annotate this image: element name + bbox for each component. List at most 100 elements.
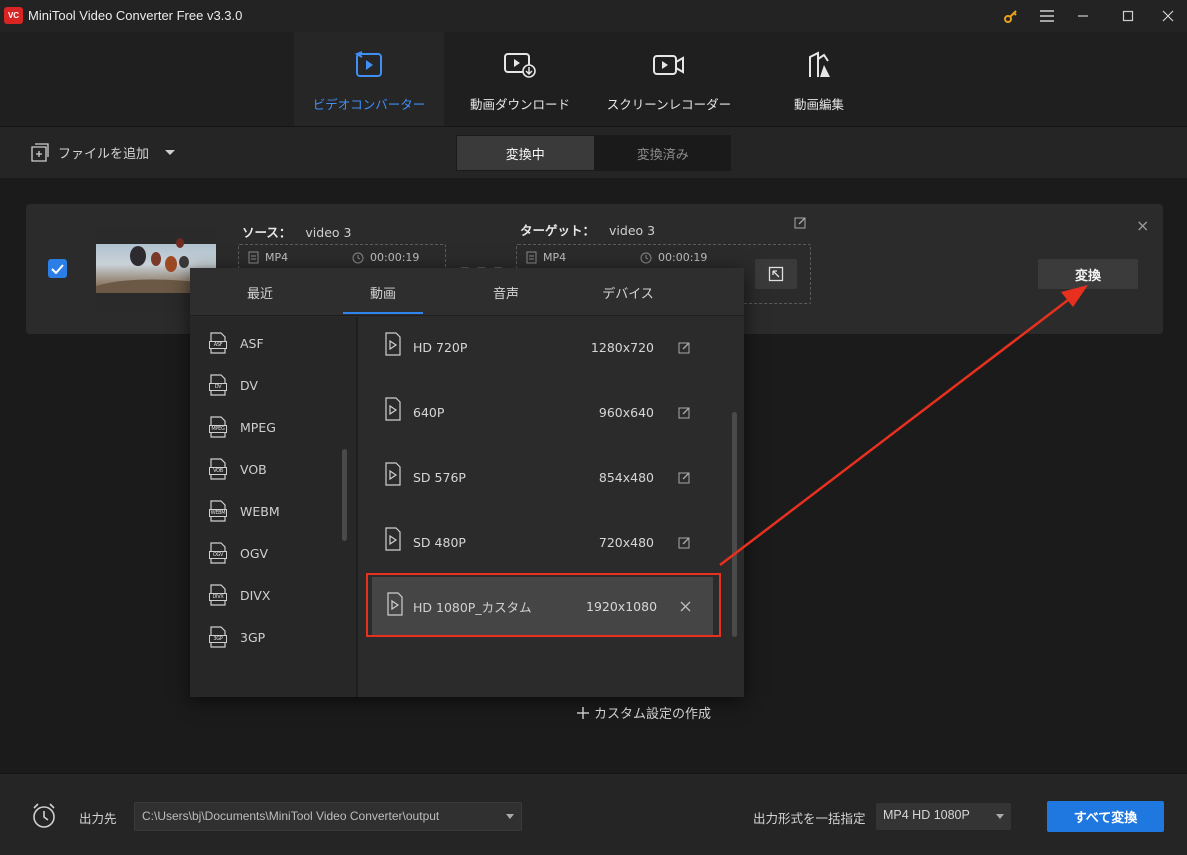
toolbar: ファイルを追加 変換中 変換済み xyxy=(0,126,1187,178)
format-item-mpeg[interactable]: MPEG MPEG xyxy=(208,415,276,439)
preset-list-scrollbar[interactable] xyxy=(732,412,737,637)
schedule-alarm-icon[interactable] xyxy=(31,802,57,830)
dv-file-icon: DV xyxy=(208,374,228,396)
preset-item[interactable]: SD 480P 720x480 xyxy=(358,512,728,572)
maximize-icon[interactable] xyxy=(1112,0,1144,32)
vob-file-icon: VOB xyxy=(208,458,228,480)
format-item-3gp[interactable]: 3GP 3GP xyxy=(208,625,265,649)
nav-screen-recorder[interactable]: スクリーンレコーダー xyxy=(594,32,744,126)
format-list: ASF ASF DV DV MPEG MPEG VOB VOB WEBM WEB… xyxy=(190,317,356,697)
select-format-button[interactable] xyxy=(755,259,797,289)
title-bar: VC MiniTool Video Converter Free v3.3.0 xyxy=(0,0,1187,32)
preset-name: SD 480P xyxy=(413,534,466,550)
screen-record-icon xyxy=(652,50,686,80)
preset-item[interactable]: SD 576P 854x480 xyxy=(358,447,728,507)
webm-file-icon: WEBM xyxy=(208,500,228,522)
preset-list: HD 720P 1280x720 640P 960x640 SD 576P 85… xyxy=(358,317,744,722)
tab-converted[interactable]: 変換済み xyxy=(595,135,732,171)
preset-resolution: 854x480 xyxy=(598,469,654,485)
preset-item[interactable]: HD 720P 1280x720 xyxy=(358,317,728,377)
format-tabs: 最近 動画 音声 デバイス xyxy=(190,268,744,316)
target-format: MP4 xyxy=(526,251,566,264)
format-item-webm[interactable]: WEBM WEBM xyxy=(208,499,280,523)
convert-all-button[interactable]: すべて変換 xyxy=(1047,801,1164,832)
target-duration: 00:00:19 xyxy=(640,251,707,264)
video-file-icon xyxy=(385,397,401,421)
target-info: ターゲット： video 3 xyxy=(520,220,655,239)
minimize-icon[interactable] xyxy=(1067,0,1099,32)
tab-converting[interactable]: 変換中 xyxy=(457,136,594,170)
plus-icon xyxy=(577,706,589,719)
edit-icon[interactable] xyxy=(678,536,691,549)
video-file-icon xyxy=(385,332,401,356)
add-file-icon xyxy=(31,143,49,162)
edit-icon[interactable] xyxy=(678,471,691,484)
source-info: ソース： video 3 xyxy=(242,222,351,241)
tab-video[interactable]: 動画 xyxy=(343,268,423,316)
edit-icon[interactable] xyxy=(678,406,691,419)
menu-icon[interactable] xyxy=(1031,0,1063,32)
batch-format-select[interactable]: MP4 HD 1080P xyxy=(876,803,1011,830)
main-nav: ビデオコンバーター 動画ダウンロード スクリーンレコーダー 動画編集 xyxy=(0,32,1187,126)
batch-format-value: MP4 HD 1080P xyxy=(883,808,970,822)
preset-resolution: 960x640 xyxy=(598,404,654,420)
key-icon[interactable] xyxy=(995,0,1027,32)
mpeg-file-icon: MPEG xyxy=(208,416,228,438)
tab-recent[interactable]: 最近 xyxy=(220,268,300,316)
video-file-icon xyxy=(385,527,401,551)
bottom-bar: 出力先 C:\Users\bj\Documents\MiniTool Video… xyxy=(0,773,1187,855)
app-title: MiniTool Video Converter Free v3.3.0 xyxy=(28,8,243,23)
divx-file-icon: DIVX xyxy=(208,584,228,606)
video-convert-icon xyxy=(354,50,384,80)
format-item-ogv[interactable]: OGV OGV xyxy=(208,541,268,565)
create-custom-label: カスタム設定の作成 xyxy=(594,707,712,722)
file-icon xyxy=(248,251,259,264)
convert-button[interactable]: 変換 xyxy=(1038,259,1138,289)
output-path: C:\Users\bj\Documents\MiniTool Video Con… xyxy=(142,809,440,823)
source-label: ソース： xyxy=(242,225,292,240)
preset-name: SD 576P xyxy=(413,469,466,485)
tab-device[interactable]: デバイス xyxy=(588,268,668,316)
clock-icon xyxy=(640,252,652,263)
output-path-select[interactable]: C:\Users\bj\Documents\MiniTool Video Con… xyxy=(134,802,522,831)
preset-item[interactable]: 640P 960x640 xyxy=(358,382,728,442)
nav-label: 動画ダウンロード xyxy=(469,97,570,112)
nav-label: ビデオコンバーター xyxy=(312,97,426,112)
format-item-asf[interactable]: ASF ASF xyxy=(208,331,264,355)
batch-format-label: 出力形式を一括指定 xyxy=(753,811,866,826)
close-icon[interactable] xyxy=(1152,0,1184,32)
3gp-file-icon: 3GP xyxy=(208,626,228,648)
edit-target-name-icon[interactable] xyxy=(794,216,807,233)
clock-icon xyxy=(352,252,364,263)
preset-resolution: 720x480 xyxy=(598,534,654,550)
source-name: video 3 xyxy=(305,225,352,240)
ogv-file-icon: OGV xyxy=(208,542,228,564)
chevron-down-icon xyxy=(506,814,514,819)
target-label: ターゲット： xyxy=(520,223,596,238)
annotation-highlight-box xyxy=(366,573,721,637)
video-file-icon xyxy=(385,462,401,486)
add-file-label: ファイルを追加 xyxy=(58,146,150,162)
edit-icon[interactable] xyxy=(678,341,691,354)
preset-name: 640P xyxy=(413,404,445,420)
format-item-dv[interactable]: DV DV xyxy=(208,373,258,397)
format-list-scrollbar[interactable] xyxy=(342,449,347,541)
nav-video-download[interactable]: 動画ダウンロード xyxy=(445,32,595,126)
preset-name: HD 720P xyxy=(413,339,468,355)
format-item-divx[interactable]: DIVX DIVX xyxy=(208,583,270,607)
add-file-button[interactable]: ファイルを追加 xyxy=(30,142,177,162)
preset-resolution: 1280x720 xyxy=(590,339,654,355)
target-name: video 3 xyxy=(609,223,656,238)
nav-label: 動画編集 xyxy=(793,97,844,112)
source-duration: 00:00:19 xyxy=(352,251,419,264)
output-label: 出力先 xyxy=(79,811,117,826)
tab-audio[interactable]: 音声 xyxy=(466,268,546,316)
conversion-tabs: 変換中 変換済み xyxy=(456,135,731,171)
format-item-vob[interactable]: VOB VOB xyxy=(208,457,267,481)
chevron-down-icon xyxy=(165,150,176,155)
file-checkbox[interactable] xyxy=(48,259,67,278)
nav-video-converter[interactable]: ビデオコンバーター xyxy=(294,32,444,126)
nav-video-edit[interactable]: 動画編集 xyxy=(744,32,894,126)
create-custom-button[interactable]: カスタム設定の作成 xyxy=(576,703,711,722)
remove-file-icon[interactable]: × xyxy=(1136,216,1149,235)
